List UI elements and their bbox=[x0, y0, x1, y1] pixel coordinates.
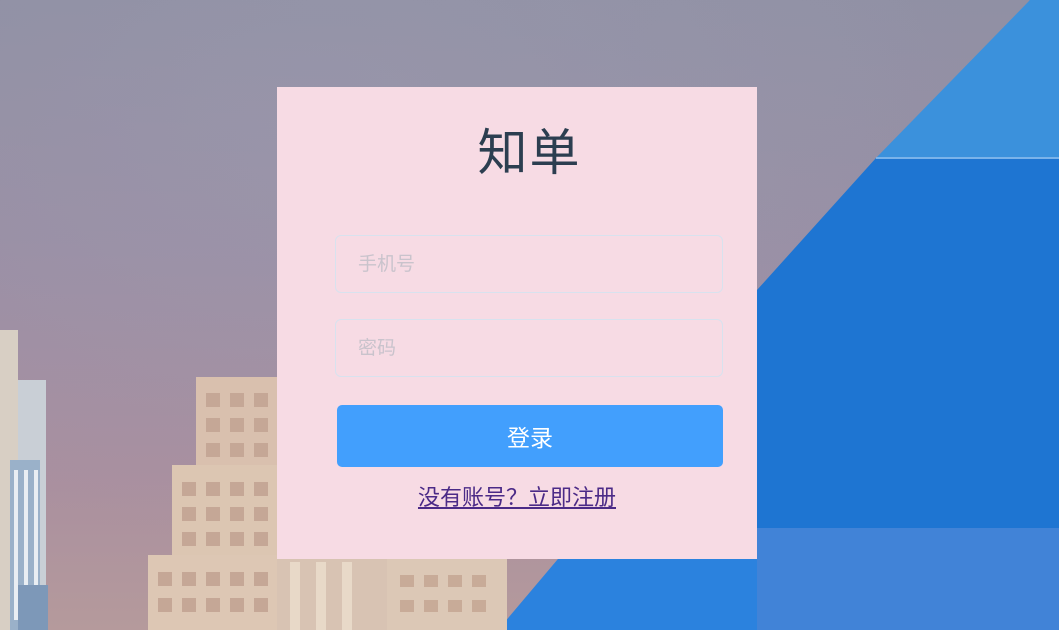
lower-buildings bbox=[277, 559, 507, 630]
brand-title: 知单 bbox=[477, 124, 582, 182]
register-link[interactable]: 没有账号？立即注册 bbox=[418, 486, 616, 511]
login-page: 知单 登录 没有账号？立即注册 bbox=[0, 0, 1059, 630]
blue-panel-middle bbox=[757, 158, 1059, 528]
login-button[interactable]: 登录 bbox=[337, 405, 723, 467]
phone-input[interactable] bbox=[335, 235, 723, 293]
blue-panel-bottom bbox=[757, 528, 1059, 630]
left-tower bbox=[0, 330, 48, 630]
register-link-row: 没有账号？立即注册 bbox=[0, 482, 1034, 516]
password-input[interactable] bbox=[335, 319, 723, 377]
